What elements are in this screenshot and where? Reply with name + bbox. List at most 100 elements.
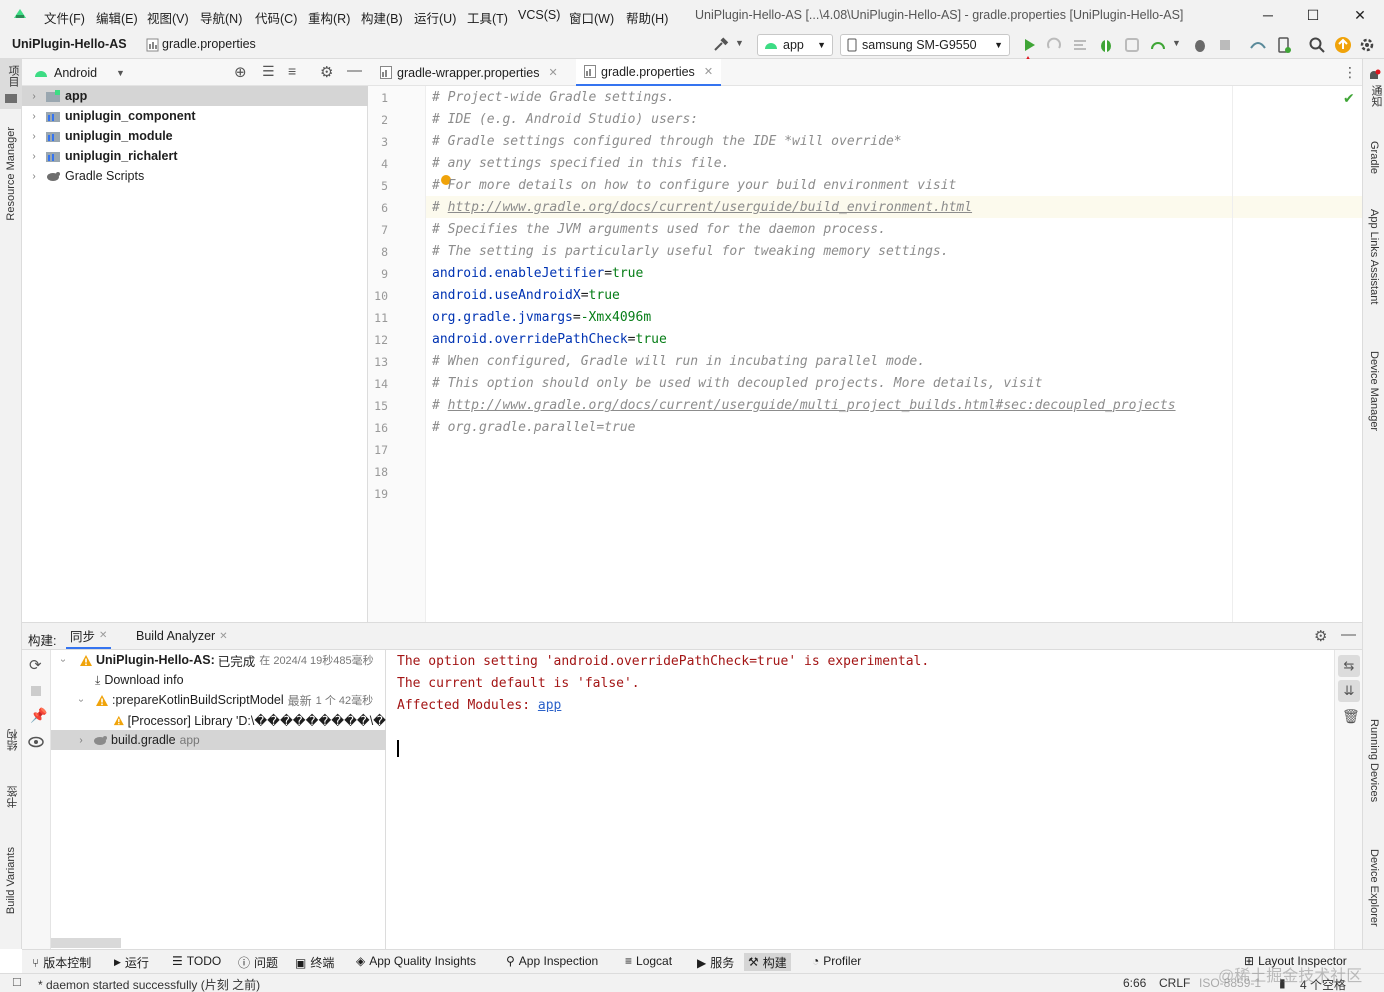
tab-gradle-properties[interactable]: gradle.properties ✕ [576, 59, 722, 86]
tool-todo[interactable]: ☰ TODO [172, 954, 221, 968]
code-line[interactable]: # Gradle settings configured through the… [432, 134, 902, 149]
tool-run[interactable]: ▶ 运行 [114, 954, 149, 971]
chevron-down-icon[interactable]: ▼ [116, 68, 125, 78]
menu-build[interactable]: 构建(B) [361, 8, 403, 27]
maximize-button[interactable]: ☐ [1298, 4, 1328, 26]
tool-problems[interactable]: ⓘ 问题 [238, 954, 278, 971]
code-line[interactable]: # For more details on how to configure y… [432, 178, 956, 193]
menu-navigate[interactable]: 导航(N) [200, 8, 242, 27]
build-tree-download-info[interactable]: ⤓ Download info [51, 670, 386, 690]
settings-gear-icon[interactable] [1358, 36, 1376, 54]
tool-terminal[interactable]: ▣ 终端 [295, 954, 334, 971]
build-tree-prepare-kotlin[interactable]: › :prepareKotlinBuildScriptModel 最新 1 个 … [51, 690, 386, 710]
code-line[interactable]: # Specifies the JVM arguments used for t… [432, 222, 886, 237]
pin-icon[interactable]: 📌 [30, 707, 47, 724]
eye-icon[interactable] [28, 736, 44, 748]
apply-code-changes-icon[interactable] [1071, 36, 1089, 54]
menu-edit[interactable]: 编辑(E) [96, 8, 138, 27]
chevron-right-icon[interactable]: › [28, 151, 40, 162]
tool-app-quality-insights[interactable]: ◈ App Quality Insights [356, 954, 476, 968]
device-select[interactable]: samsung SM-G9550 ▼ [840, 34, 1010, 56]
hide-panel-icon[interactable]: — [1341, 626, 1356, 643]
tab-build-analyzer[interactable]: Build Analyzer ✕ [132, 623, 232, 649]
collapse-all-icon[interactable]: ≡ [288, 63, 296, 79]
tree-item-app[interactable]: › app [22, 86, 368, 106]
soft-wrap-icon[interactable]: ⇆ [1338, 655, 1360, 677]
hide-panel-icon[interactable]: — [347, 62, 362, 79]
code-line[interactable]: # IDE (e.g. Android Studio) users: [432, 112, 698, 127]
build-console-output[interactable]: The option setting 'android.overridePath… [386, 650, 1334, 949]
chevron-right-icon[interactable]: › [28, 171, 40, 182]
close-tab-icon[interactable]: ✕ [99, 630, 107, 641]
code-line[interactable]: android.enableJetifier=true [432, 266, 643, 281]
chevron-down-icon[interactable]: ▼ [1172, 38, 1181, 48]
code-line[interactable]: org.gradle.jvmargs=-Xmx4096m [432, 310, 651, 325]
status-toggle-icon[interactable]: ☐ [12, 976, 22, 989]
breadcrumb-file[interactable]: gradle.properties [162, 37, 256, 51]
running-devices-tool[interactable]: Running Devices [1368, 719, 1380, 802]
code-line[interactable]: android.useAndroidX=true [432, 288, 620, 303]
tab-sync[interactable]: 同步 ✕ [66, 623, 112, 649]
tree-item-uniplugin-richalert[interactable]: › uniplugin_richalert [22, 146, 368, 166]
chevron-down-icon[interactable]: › [76, 694, 87, 706]
run-config-select[interactable]: app ▼ [757, 34, 833, 56]
project-tool-label[interactable]: 项目 [5, 65, 21, 87]
chevron-right-icon[interactable]: › [28, 131, 40, 142]
close-tab-icon[interactable]: ✕ [704, 65, 713, 78]
profile-icon[interactable] [1123, 36, 1141, 54]
notifications-bell-icon[interactable] [1367, 69, 1381, 83]
chevron-down-icon[interactable]: › [58, 654, 69, 666]
options-gear-icon[interactable]: ⚙ [1314, 627, 1327, 645]
no-problems-check-icon[interactable]: ✔ [1343, 90, 1355, 107]
notifications-tool[interactable]: 通知 [1368, 85, 1384, 107]
menu-window[interactable]: 窗口(W) [569, 8, 614, 27]
locate-target-icon[interactable]: ⊕ [234, 63, 247, 81]
clear-trash-icon[interactable]: 🗑 [1342, 708, 1360, 725]
tool-profiler[interactable]: ◔ Profiler [812, 954, 861, 968]
code-line[interactable]: # This option should only be used with d… [432, 376, 1042, 391]
minimize-button[interactable]: ─ [1253, 4, 1283, 26]
close-window-button[interactable]: ✕ [1345, 4, 1375, 26]
line-separator[interactable]: CRLF [1159, 976, 1190, 990]
menu-vcs[interactable]: VCS(S) [518, 8, 560, 22]
code-line[interactable]: # org.gradle.parallel=true [432, 420, 636, 435]
code-line[interactable]: # http://www.gradle.org/docs/current/use… [432, 200, 972, 215]
chevron-right-icon[interactable]: › [75, 735, 87, 746]
build-tree-build-gradle[interactable]: › build.gradle app [51, 730, 386, 750]
build-variants-tool[interactable]: Build Variants [5, 847, 17, 914]
code-line[interactable]: # http://www.gradle.org/docs/current/use… [432, 398, 1176, 413]
menu-help[interactable]: 帮助(H) [626, 8, 668, 27]
resource-manager-tool[interactable]: Resource Manager [5, 127, 17, 221]
menu-view[interactable]: 视图(V) [147, 8, 189, 27]
status-message[interactable]: * daemon started successfully (片刻 之前) [38, 976, 260, 992]
code-line[interactable]: # The setting is particularly useful for… [432, 244, 949, 259]
build-tree-processor-warning[interactable]: [Processor] Library 'D:\���������\� [51, 710, 386, 730]
expand-all-icon[interactable]: ☰ [262, 63, 275, 80]
tool-version-control[interactable]: ⑂ 版本控制 [32, 954, 91, 971]
tree-item-uniplugin-component[interactable]: › uniplugin_component [22, 106, 368, 126]
update-icon[interactable] [1334, 36, 1352, 54]
stop-icon[interactable] [30, 685, 42, 697]
close-tab-icon[interactable]: ✕ [548, 66, 557, 79]
tool-build[interactable]: ⚒ 构建 [744, 953, 791, 971]
debug-icon[interactable] [1097, 36, 1115, 54]
tool-logcat[interactable]: ≡ Logcat [625, 954, 672, 968]
attach-debugger-icon[interactable] [1149, 36, 1167, 54]
scroll-to-end-icon[interactable]: ⇊ [1338, 680, 1360, 702]
close-tab-icon[interactable]: ✕ [219, 631, 227, 642]
menu-refactor[interactable]: 重构(R) [308, 8, 350, 27]
menu-code[interactable]: 代码(C) [255, 8, 297, 27]
tool-app-inspection[interactable]: ⚲ App Inspection [506, 954, 598, 968]
tree-item-uniplugin-module[interactable]: › uniplugin_module [22, 126, 368, 146]
horizontal-scrollbar[interactable] [51, 938, 121, 948]
stop-icon[interactable] [1216, 36, 1234, 54]
chevron-right-icon[interactable]: › [28, 91, 40, 102]
code-line[interactable]: # any settings specified in this file. [432, 156, 729, 171]
device-explorer-tool[interactable]: Device Explorer [1368, 849, 1380, 927]
structure-tool[interactable]: 结构 [5, 729, 21, 751]
build-hammer-icon[interactable] [712, 36, 730, 54]
tree-item-gradle-scripts[interactable]: › Gradle Scripts [22, 166, 368, 186]
attach-process-icon[interactable] [1191, 36, 1209, 54]
device-manager-tool[interactable]: Device Manager [1368, 351, 1380, 431]
run-play-icon[interactable] [1020, 36, 1038, 54]
